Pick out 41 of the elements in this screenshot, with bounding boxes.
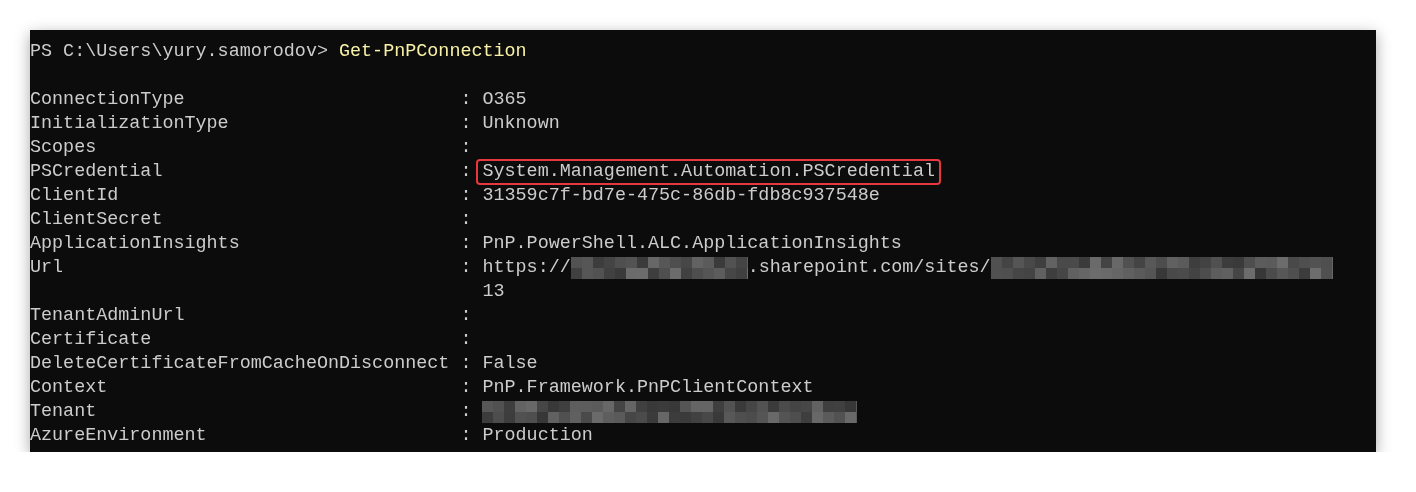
separator-colon: : bbox=[460, 377, 472, 398]
separator-colon: : bbox=[460, 329, 472, 350]
property-name: PSCredential bbox=[30, 161, 163, 182]
property-value: PnP.PowerShell.ALC.ApplicationInsights bbox=[482, 232, 902, 256]
property-value: .sharepoint.com/sites/ bbox=[747, 256, 991, 280]
property-name: Tenant bbox=[30, 401, 97, 422]
property-name: Scopes bbox=[30, 137, 97, 158]
property-value: PnP.Framework.PnPClientContext bbox=[482, 376, 814, 400]
property-name: AzureEnvironment bbox=[30, 425, 207, 446]
property-name: InitializationType bbox=[30, 113, 229, 134]
separator-colon: : bbox=[460, 137, 472, 158]
property-value: O365 bbox=[482, 88, 527, 112]
separator-colon: : bbox=[460, 257, 472, 278]
property-value: https:// bbox=[482, 256, 571, 280]
property-name: ConnectionType bbox=[30, 89, 185, 110]
separator-colon: : bbox=[460, 305, 472, 326]
property-value: False bbox=[482, 352, 538, 376]
property-name: ClientId bbox=[30, 185, 119, 206]
property-name: Certificate bbox=[30, 329, 152, 350]
property-value: 13 bbox=[482, 280, 505, 304]
separator-colon: : bbox=[460, 401, 472, 422]
property-name: ApplicationInsights bbox=[30, 233, 240, 254]
property-value: Production bbox=[482, 424, 593, 448]
separator-colon: : bbox=[460, 209, 472, 230]
separator-colon: : bbox=[460, 353, 472, 374]
property-name: ClientSecret bbox=[30, 209, 163, 230]
separator-colon: : bbox=[460, 425, 472, 446]
property-name: Context bbox=[30, 377, 108, 398]
property-value: Unknown bbox=[482, 112, 560, 136]
property-value: 31359c7f-bd7e-475c-86db-fdb8c937548e bbox=[482, 184, 880, 208]
property-value: System.Management.Automation.PSCredential bbox=[482, 162, 935, 182]
property-name: Url bbox=[30, 257, 64, 278]
command-text: Get-PnPConnection bbox=[339, 40, 527, 64]
separator-colon: : bbox=[460, 161, 472, 182]
separator-colon: : bbox=[460, 233, 472, 254]
separator-colon: : bbox=[460, 185, 472, 206]
property-name: TenantAdminUrl bbox=[30, 305, 185, 326]
prompt-path: PS C:\Users\yury.samorodov> bbox=[30, 40, 329, 64]
property-name: DeleteCertificateFromCacheOnDisconnect bbox=[30, 353, 450, 374]
separator-colon: : bbox=[460, 89, 472, 110]
separator-colon: : bbox=[460, 113, 472, 134]
